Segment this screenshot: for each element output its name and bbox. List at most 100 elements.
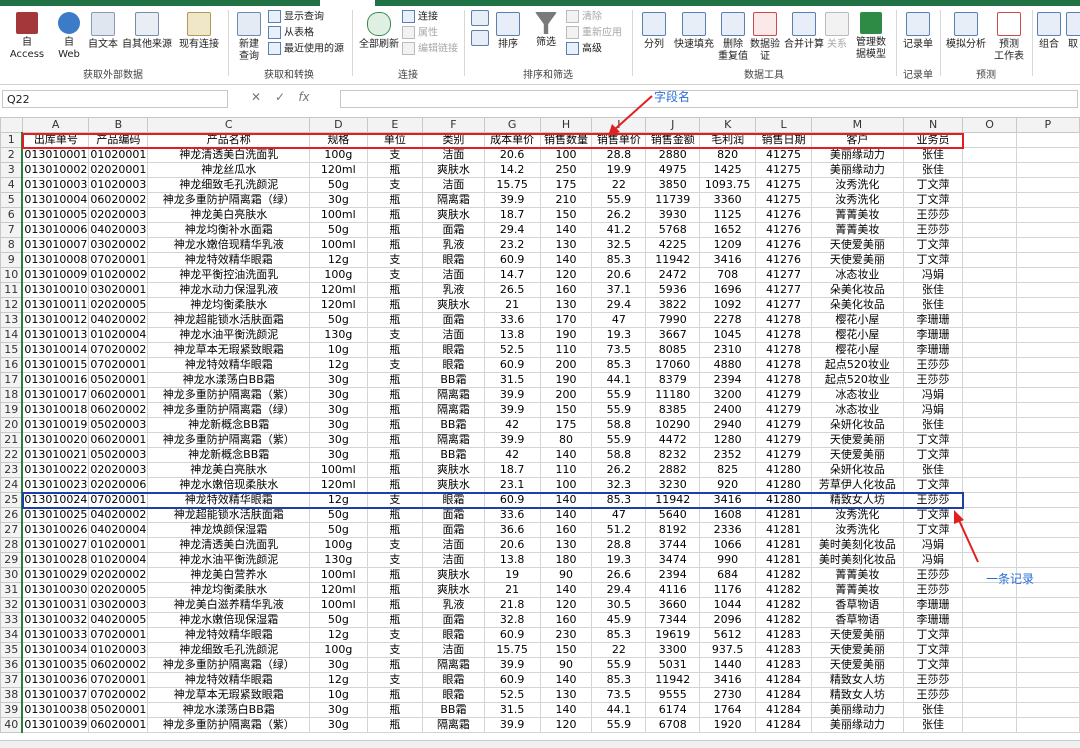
row-header[interactable]: 34: [0, 627, 23, 643]
empty-cell[interactable]: [1015, 312, 1080, 328]
data-cell[interactable]: 精致女人坊: [810, 687, 904, 703]
data-cell[interactable]: 3660: [645, 597, 701, 613]
column-header[interactable]: E: [366, 117, 424, 133]
data-cell[interactable]: 1920: [699, 717, 757, 733]
data-cell[interactable]: 39.9: [483, 192, 541, 208]
data-cell[interactable]: 眼霜: [422, 342, 485, 358]
properties-button[interactable]: 属性: [402, 26, 438, 40]
data-cell[interactable]: 王莎莎: [902, 687, 964, 703]
data-cell[interactable]: 013010027: [21, 537, 90, 553]
empty-cell[interactable]: [962, 342, 1017, 358]
data-cell[interactable]: 天使爱美丽: [810, 642, 904, 658]
data-cell[interactable]: 210: [539, 192, 593, 208]
data-cell[interactable]: 013010013: [21, 327, 90, 343]
empty-cell[interactable]: [962, 432, 1017, 448]
recent-sources-button[interactable]: 最近使用的源: [268, 42, 344, 56]
data-cell[interactable]: 11180: [645, 387, 701, 403]
data-cell[interactable]: 85.3: [591, 627, 647, 643]
data-cell[interactable]: 10290: [645, 417, 701, 433]
data-cell[interactable]: 隔离霜: [422, 387, 485, 403]
data-cell[interactable]: 06020001: [88, 387, 149, 403]
data-cell[interactable]: 1092: [699, 297, 757, 313]
data-cell[interactable]: 013010006: [21, 222, 90, 238]
empty-cell[interactable]: [962, 312, 1017, 328]
data-cell[interactable]: 19.3: [591, 327, 647, 343]
data-cell[interactable]: 神龙多重防护隔离霜（绿）: [147, 657, 310, 673]
empty-cell[interactable]: [962, 597, 1017, 613]
data-cell[interactable]: 支: [366, 537, 424, 553]
data-cell[interactable]: 面霜: [422, 612, 485, 628]
data-cell[interactable]: 2096: [699, 612, 757, 628]
data-cell[interactable]: 013010010: [21, 282, 90, 298]
data-cell[interactable]: 11739: [645, 192, 701, 208]
from-access-button[interactable]: 自 Access: [4, 12, 50, 61]
data-cell[interactable]: 44.1: [591, 702, 647, 718]
data-cell[interactable]: 04020004: [88, 522, 149, 538]
data-cell[interactable]: 4880: [699, 357, 757, 373]
data-cell[interactable]: 175: [539, 417, 593, 433]
data-cell[interactable]: 013010007: [21, 237, 90, 253]
data-cell[interactable]: 32.5: [591, 237, 647, 253]
data-cell[interactable]: 瓶: [366, 417, 424, 433]
data-cell[interactable]: 1176: [699, 582, 757, 598]
data-cell[interactable]: 41282: [755, 567, 812, 583]
data-cell[interactable]: 丁文萍: [902, 192, 964, 208]
data-cell[interactable]: 乳液: [422, 597, 485, 613]
data-cell[interactable]: 爽肤水: [422, 582, 485, 598]
empty-cell[interactable]: [962, 447, 1017, 463]
data-cell[interactable]: 41284: [755, 687, 812, 703]
data-cell[interactable]: 爽肤水: [422, 462, 485, 478]
data-cell[interactable]: 3930: [645, 207, 701, 223]
data-cell[interactable]: 41279: [755, 387, 812, 403]
data-cell[interactable]: 47: [591, 312, 647, 328]
data-cell[interactable]: 1209: [699, 237, 757, 253]
data-cell[interactable]: 2880: [645, 147, 701, 163]
data-cell[interactable]: 013010032: [21, 612, 90, 628]
data-cell[interactable]: 丁文萍: [902, 642, 964, 658]
manage-data-model-button[interactable]: 管理数 据模型: [852, 12, 890, 61]
data-cell[interactable]: 50g: [308, 312, 368, 328]
data-cell[interactable]: 55.9: [591, 432, 647, 448]
data-cell[interactable]: 冰态妆业: [810, 267, 904, 283]
column-header[interactable]: D: [308, 117, 368, 133]
empty-cell[interactable]: [962, 642, 1017, 658]
data-cell[interactable]: 684: [699, 567, 757, 583]
data-cell[interactable]: 5768: [645, 222, 701, 238]
from-web-button[interactable]: 自 Web: [54, 12, 84, 61]
field-name-cell[interactable]: 出库单号: [21, 132, 90, 148]
data-cell[interactable]: 190: [539, 372, 593, 388]
data-cell[interactable]: 丁文萍: [902, 447, 964, 463]
data-cell[interactable]: 01020003: [88, 642, 149, 658]
empty-cell[interactable]: [1015, 132, 1080, 148]
data-cell[interactable]: 菁菁美妆: [810, 207, 904, 223]
data-cell[interactable]: 朵妍化妆品: [810, 462, 904, 478]
data-cell[interactable]: 100ml: [308, 597, 368, 613]
data-cell[interactable]: 3300: [645, 642, 701, 658]
data-cell[interactable]: 美丽缘动力: [810, 162, 904, 178]
from-table-button[interactable]: 从表格: [268, 26, 314, 40]
data-cell[interactable]: 李珊珊: [902, 597, 964, 613]
empty-cell[interactable]: [962, 162, 1017, 178]
data-cell[interactable]: 面霜: [422, 522, 485, 538]
data-cell[interactable]: 04020003: [88, 222, 149, 238]
data-cell[interactable]: 1125: [699, 207, 757, 223]
empty-cell[interactable]: [962, 462, 1017, 478]
data-cell[interactable]: 01020002: [88, 267, 149, 283]
data-cell[interactable]: 013010008: [21, 252, 90, 268]
data-cell[interactable]: 013010034: [21, 642, 90, 658]
data-cell[interactable]: 隔离霜: [422, 192, 485, 208]
data-cell[interactable]: 30g: [308, 702, 368, 718]
empty-cell[interactable]: [962, 417, 1017, 433]
data-cell[interactable]: 02020002: [88, 567, 149, 583]
empty-cell[interactable]: [962, 657, 1017, 673]
data-cell[interactable]: 013010036: [21, 672, 90, 688]
data-cell[interactable]: 07020001: [88, 492, 149, 508]
empty-cell[interactable]: [962, 402, 1017, 418]
data-cell[interactable]: 神龙新概念BB霜: [147, 417, 310, 433]
data-cell[interactable]: 41277: [755, 297, 812, 313]
data-cell[interactable]: 神龙均衡柔肤水: [147, 297, 310, 313]
data-cell[interactable]: 013010005: [21, 207, 90, 223]
data-cell[interactable]: 120: [539, 717, 593, 733]
data-cell[interactable]: 013010026: [21, 522, 90, 538]
empty-cell[interactable]: [1015, 657, 1080, 673]
